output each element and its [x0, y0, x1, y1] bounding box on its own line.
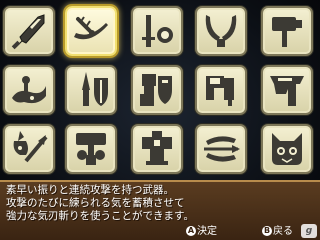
description-line-2: 攻撃のたびに練られる気を蓄積させて	[6, 197, 185, 209]
a-button-icon: A	[186, 226, 196, 236]
great-sword-icon	[11, 14, 45, 50]
sword-and-shield-icon	[142, 15, 173, 47]
description-line-1: 素早い振りと連続攻撃を持つ武器。	[6, 184, 174, 196]
weapon-tile-light-bowgun[interactable]	[261, 65, 313, 115]
weapon-tile-lance[interactable]	[65, 65, 117, 115]
weapon-select-screen: 素早い振りと連続攻撃を持つ武器。 攻撃のたびに練られる気を蓄積させて 強力な気刃…	[0, 0, 320, 240]
weapon-tile-dual-blades[interactable]	[195, 6, 247, 56]
hammer-icon	[272, 17, 302, 47]
confirm-button[interactable]: A 決定	[186, 226, 217, 238]
b-button-icon: B	[262, 226, 272, 236]
charge-blade-icon	[76, 133, 106, 165]
weapon-grid	[0, 0, 320, 180]
back-label: 戻る	[273, 226, 293, 237]
gunlance-icon	[140, 74, 172, 106]
weapon-tile-long-sword[interactable]	[65, 6, 117, 56]
switch-axe-icon	[206, 76, 234, 106]
dual-blades-icon	[205, 15, 237, 47]
hunting-horn-icon	[12, 76, 46, 104]
weapon-tile-sword-and-shield[interactable]	[131, 6, 183, 56]
description-line-3: 強力な気刃斬りを使うことができます。	[6, 210, 194, 222]
confirm-label: 決定	[197, 226, 217, 237]
back-button[interactable]: B 戻る	[262, 226, 293, 238]
weapon-tile-bow[interactable]	[195, 124, 247, 174]
weapon-tile-switch-axe[interactable]	[195, 65, 247, 115]
lance-icon	[82, 72, 108, 106]
long-sword-icon	[74, 16, 108, 40]
heavy-bowgun-icon	[142, 131, 172, 165]
weapon-tile-insect-glaive[interactable]	[3, 124, 55, 174]
insect-glaive-icon	[13, 131, 48, 163]
weapon-tile-hunting-horn[interactable]	[3, 65, 55, 115]
palico-icon	[272, 133, 302, 165]
weapon-tile-hammer[interactable]	[261, 6, 313, 56]
weapon-tile-charge-blade[interactable]	[65, 124, 117, 174]
weapon-tile-palico[interactable]	[261, 124, 313, 174]
light-bowgun-icon	[270, 76, 304, 106]
weapon-tile-heavy-bowgun[interactable]	[131, 124, 183, 174]
weapon-tile-great-sword[interactable]	[3, 6, 55, 56]
bow-icon	[204, 136, 240, 162]
watermark-logo: g	[301, 224, 317, 238]
weapon-tile-gunlance[interactable]	[131, 65, 183, 115]
